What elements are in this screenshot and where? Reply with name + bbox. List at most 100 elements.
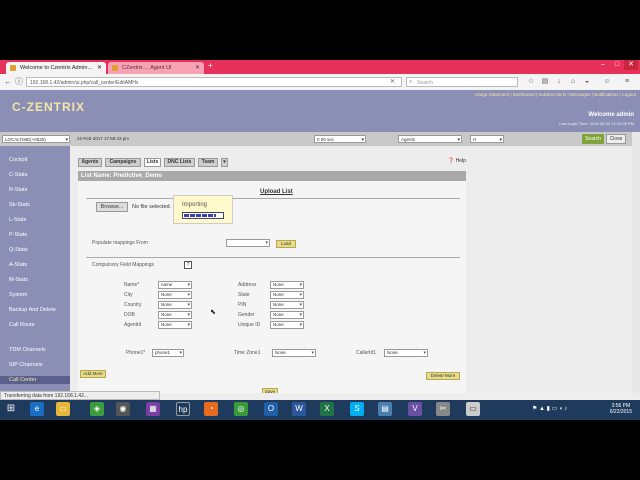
timezone-field-select[interactable]: None [272, 349, 316, 357]
hp-icon[interactable]: hp [176, 402, 190, 416]
field-select-country[interactable]: None [158, 301, 192, 309]
sidebar-item-tdm-channels[interactable]: TDM Channels [0, 346, 70, 354]
header-links[interactable]: Usage Statement | Dashboard | Subtest Al… [474, 92, 636, 97]
maximize-icon[interactable]: □ [610, 60, 624, 70]
chat-icon[interactable]: ☺ [602, 77, 612, 87]
file-explorer-icon[interactable]: ▭ [56, 402, 70, 416]
word-icon[interactable]: W [292, 402, 306, 416]
taskbar-clock[interactable]: 3:56 PM 6/22/2015 [610, 403, 632, 415]
sidebar-item-r-stats[interactable]: R-Stats [0, 186, 70, 194]
close-window-icon[interactable]: ✕ [624, 60, 638, 70]
store-icon[interactable]: ◈ [90, 402, 104, 416]
mouse-cursor-icon: ⬉ [210, 309, 216, 316]
sidebar-item-call-center[interactable]: Call Center [0, 376, 70, 384]
vertical-scrollbar[interactable] [632, 132, 640, 393]
question-icon[interactable]: ? [184, 261, 192, 269]
chrome-icon[interactable]: ◎ [234, 402, 248, 416]
favicon-icon [112, 65, 118, 71]
delete-more-button[interactable]: Delete More [426, 372, 460, 380]
browser-nav-bar: ← ⓘ 192.168.1.42/admin/ui.php/call_cente… [0, 74, 640, 91]
add-more-button[interactable]: Add More [80, 370, 106, 378]
last-login-text: Last Login Time: 2015-06-23 12:22:06 PM [559, 121, 634, 126]
close-tab-icon[interactable]: ✕ [195, 62, 200, 74]
field-select-pin[interactable]: None [270, 301, 304, 309]
sidebar-item-c-stats[interactable]: C-Stats [0, 171, 70, 179]
home-icon[interactable]: ⌂ [568, 77, 578, 87]
importing-popup: Importing [173, 195, 233, 224]
sidebar-item-a-stats[interactable]: A-Stats [0, 261, 70, 269]
photos-icon[interactable]: ▦ [146, 402, 160, 416]
search-input[interactable]: Search [406, 77, 518, 87]
divider [86, 257, 460, 258]
visual-studio-icon[interactable]: V [408, 402, 422, 416]
download-icon[interactable]: ↓ [554, 77, 564, 87]
new-tab-button[interactable]: + [208, 61, 213, 70]
tab-lists[interactable]: Lists [144, 158, 161, 167]
site-info-icon[interactable]: ⓘ [14, 77, 24, 87]
duration-input[interactable]: 0 00 sec [314, 135, 366, 144]
pocket-icon[interactable]: ◒ [582, 77, 592, 87]
tab-campaigns[interactable]: Campaigns [105, 158, 141, 167]
back-arrow-icon[interactable]: ← [3, 77, 13, 87]
sidebar-item-sip-channels[interactable]: SIP Channels [0, 361, 70, 369]
clock-date: 6/22/2015 [609, 409, 632, 415]
tab-team[interactable]: Team [198, 158, 218, 167]
close-tab-icon[interactable]: ✕ [97, 62, 102, 74]
skype-icon[interactable]: S [350, 402, 364, 416]
folder-icon[interactable]: ▤ [378, 402, 392, 416]
callerid-select[interactable]: None [384, 349, 428, 357]
browser-tab-bar: Welcome to Czentrix Admin... ✕ CZentrix … [0, 60, 640, 74]
load-button[interactable]: Load [276, 240, 296, 248]
field-select-address[interactable]: None [270, 281, 304, 289]
compulsory-label: Compulsory Field Mappings [92, 262, 154, 268]
media-icon[interactable]: ◉ [116, 402, 130, 416]
sidebar-item-q-stats[interactable]: Q-Stats [0, 246, 70, 254]
minimize-icon[interactable]: – [596, 60, 610, 70]
help-link[interactable]: ❓ Help [448, 158, 466, 164]
firefox-icon[interactable]: ◔ [204, 402, 218, 416]
divider [86, 198, 460, 199]
window-icon[interactable]: ▭ [466, 402, 480, 416]
close-button[interactable]: Close [606, 134, 626, 144]
agents-select[interactable]: Agents [398, 135, 462, 144]
sidebar-item-system[interactable]: System [0, 291, 70, 299]
list-name-header: List Name: Predictive_Demo [78, 171, 466, 181]
tab-dnc-lists[interactable]: DNC Lists [164, 158, 195, 167]
outlook-icon[interactable]: O [264, 402, 278, 416]
start-windows-icon[interactable]: ⊞ [4, 402, 18, 416]
tray-icons[interactable]: ⚑ ▲ ▮ ▭ ◖ ♪ [532, 405, 567, 412]
excel-icon[interactable]: X [320, 402, 334, 416]
field-select-unique-id[interactable]: None [270, 321, 304, 329]
tab-more-chevron-icon[interactable]: ▾ [221, 158, 228, 167]
search-button[interactable]: Search [582, 134, 604, 144]
sidebar-item-cockpit[interactable]: Cockpit [0, 156, 70, 164]
tools-icon[interactable]: ✂ [436, 402, 450, 416]
url-bar[interactable]: 192.168.1.42/admin/ui.php/call_center/Ed… [26, 77, 402, 87]
sidebar-item-sk-stats[interactable]: Sk-Stats [0, 201, 70, 209]
reload-icon[interactable]: ✕ [390, 77, 395, 87]
sidebar-item-backup[interactable]: Backup And Delete [0, 306, 70, 314]
internet-explorer-icon[interactable]: e [30, 402, 44, 416]
browse-button[interactable]: Browse... [96, 202, 128, 212]
sidebar-item-call-route[interactable]: Call Route [0, 321, 70, 329]
sidebar-item-m-stats[interactable]: M-Stats [0, 276, 70, 284]
bookmark-star-icon[interactable]: ☆ [526, 77, 536, 87]
field-select-state[interactable]: None [270, 291, 304, 299]
browser-tab-active[interactable]: Welcome to Czentrix Admin... ✕ [6, 62, 106, 74]
field-select-dob[interactable]: None [158, 311, 192, 319]
number-select[interactable]: H [470, 135, 504, 144]
menu-icon[interactable]: ≡ [622, 77, 632, 87]
sidebar-item-p-stats[interactable]: P-Stats [0, 231, 70, 239]
field-select-gender[interactable]: None [270, 311, 304, 319]
populate-select[interactable] [226, 239, 270, 247]
browser-tab-inactive[interactable]: CZentrix ... Agent UI ✕ [108, 62, 204, 74]
field-select-city[interactable]: None [158, 291, 192, 299]
field-select-agentid[interactable]: None [158, 321, 192, 329]
timezone-select[interactable]: LOCALTIME(+0530) [2, 135, 70, 144]
sidebar-item-l-stats[interactable]: L-Stats [0, 216, 70, 224]
sidebar: Cockpit C-Stats R-Stats Sk-Stats L-Stats… [0, 146, 70, 420]
field-select-name[interactable]: name [158, 281, 192, 289]
reading-list-icon[interactable]: ▤ [540, 77, 550, 87]
phone-select[interactable]: phone1 [152, 349, 184, 357]
tab-agents[interactable]: Agents [78, 158, 102, 167]
